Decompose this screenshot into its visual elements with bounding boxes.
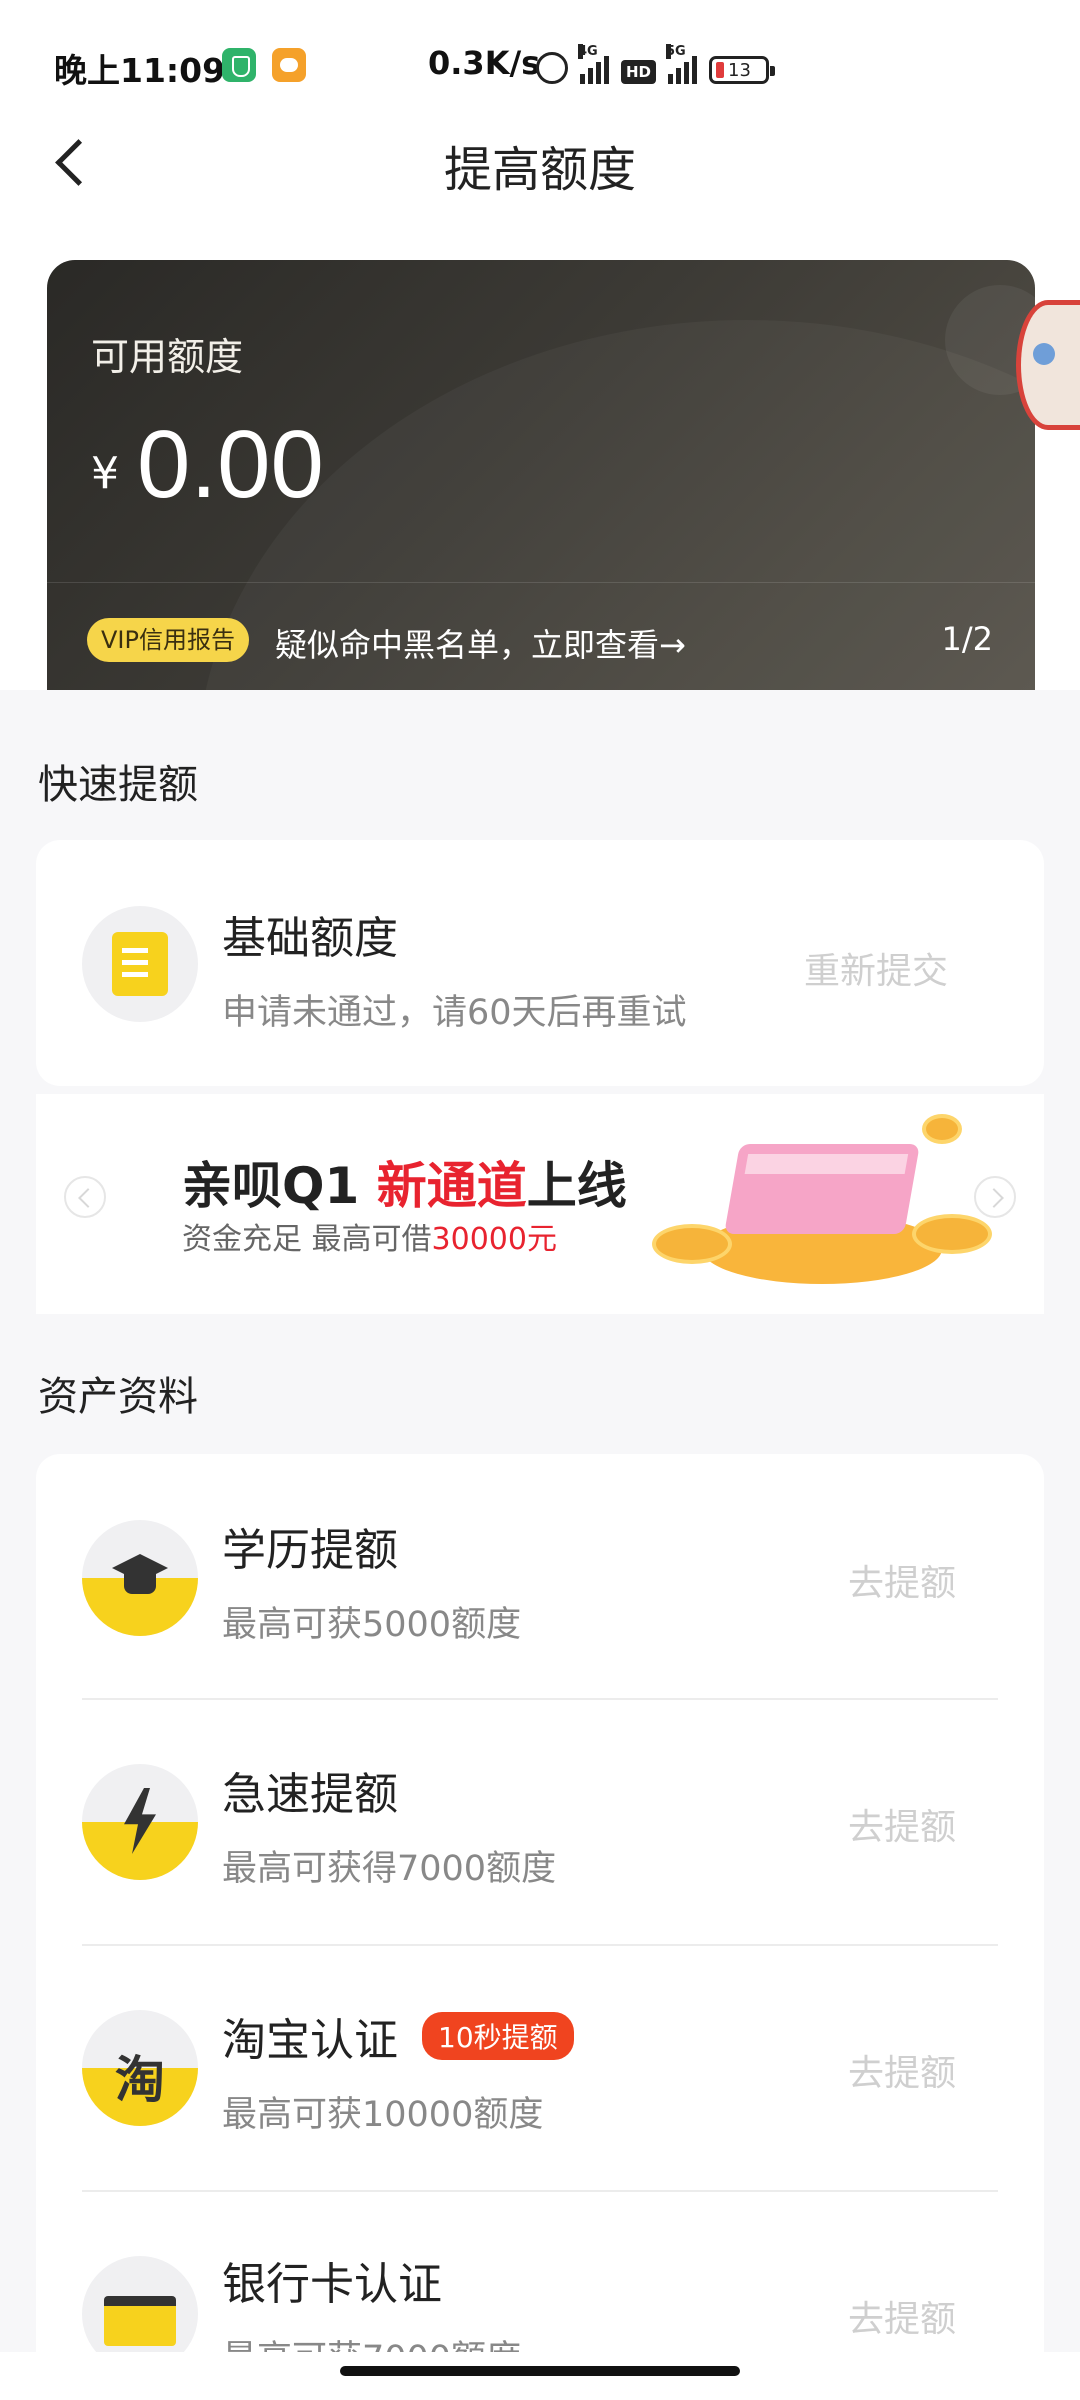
banner-sub-amount: 30000元 bbox=[431, 1222, 557, 1257]
nav-bar: 提高额度 bbox=[0, 110, 1080, 210]
mascot-float-icon[interactable] bbox=[1016, 300, 1080, 430]
alarm-icon bbox=[536, 52, 568, 84]
ten-second-badge: 10秒提额 bbox=[422, 2012, 574, 2060]
blacklist-notice-link[interactable]: 疑似命中黑名单，立即查看→ bbox=[275, 620, 686, 666]
basic-credit-row[interactable]: 基础额度 申请未通过，请60天后再重试 重新提交 bbox=[36, 840, 1044, 1086]
bank-card-title: 银行卡认证 bbox=[222, 2259, 442, 2310]
status-bar: 晚上11:09 0.3K/s 4G HD 5G 13 bbox=[0, 0, 1080, 120]
taobao-auth-subtitle: 最高可获10000额度 bbox=[222, 2095, 544, 2135]
battery-percent: 13 bbox=[728, 59, 751, 81]
banner-headline: 亲呗Q1 新通道上线 bbox=[182, 1146, 627, 1218]
education-raise-row[interactable]: 学历提额 最高可获5000额度 去提额 bbox=[36, 1454, 1044, 1700]
taobao-auth-button[interactable]: 去提额 bbox=[848, 2044, 956, 2096]
battery-level bbox=[716, 62, 725, 78]
assets-title: 资产资料 bbox=[38, 1374, 198, 1420]
basic-credit-title: 基础额度 bbox=[222, 913, 398, 964]
lightning-icon bbox=[82, 1764, 198, 1880]
promo-banner[interactable]: 亲呗Q1 新通道上线 资金充足 最高可借30000元 bbox=[36, 1094, 1044, 1314]
basic-credit-subtitle: 申请未通过，请60天后再重试 bbox=[222, 993, 687, 1033]
page: 晚上11:09 0.3K/s 4G HD 5G 13 提高额度 可用额度 ¥ 0… bbox=[0, 0, 1080, 2400]
express-raise-subtitle: 最高可获得7000额度 bbox=[222, 1849, 557, 1889]
signal-4g-icon: 4G bbox=[578, 44, 609, 84]
network-speed: 0.3K/s bbox=[428, 44, 541, 82]
currency-symbol: ¥ bbox=[91, 448, 119, 499]
page-title: 提高额度 bbox=[443, 142, 636, 198]
banner-subtitle: 资金充足 最高可借30000元 bbox=[182, 1214, 557, 1258]
banner-headline-highlight: 新通道 bbox=[376, 1157, 527, 1215]
express-raise-row[interactable]: 急速提额 最高可获得7000额度 去提额 bbox=[36, 1700, 1044, 1946]
signal-4g-label: 4G bbox=[578, 44, 598, 59]
available-credit-amount: 0.00 bbox=[137, 411, 324, 518]
card-divider bbox=[47, 582, 1035, 583]
express-raise-title: 急速提额 bbox=[222, 1769, 398, 1820]
bottom-fade bbox=[0, 2352, 1080, 2400]
taobao-auth-row[interactable]: 淘 淘宝认证 10秒提额 最高可获10000额度 去提额 bbox=[36, 1946, 1044, 2192]
taobao-icon: 淘 bbox=[82, 2010, 198, 2126]
banner-headline-prefix: 亲呗Q1 bbox=[182, 1157, 377, 1215]
taobao-icon-glyph: 淘 bbox=[115, 2051, 165, 2109]
vip-report-badge[interactable]: VIP信用报告 bbox=[87, 618, 249, 662]
cat-app-icon bbox=[272, 48, 306, 82]
banner-headline-suffix: 上线 bbox=[526, 1157, 627, 1215]
status-time: 晚上11:09 bbox=[54, 51, 226, 90]
status-icons: 4G HD 5G 13 bbox=[536, 44, 776, 84]
available-credit-label: 可用额度 bbox=[91, 335, 244, 379]
education-raise-button[interactable]: 去提额 bbox=[848, 1554, 956, 1606]
battery-icon: 13 bbox=[709, 56, 776, 84]
assets-panel: 学历提额 最高可获5000额度 去提额 急速提额 最高可获得7000额度 去提额… bbox=[36, 1454, 1044, 2394]
security-app-icon bbox=[222, 48, 256, 82]
banner-prev-icon[interactable] bbox=[64, 1176, 106, 1218]
money-illustration bbox=[652, 1114, 1012, 1314]
banner-sub-prefix: 资金充足 最高可借 bbox=[182, 1222, 432, 1257]
taobao-auth-title: 淘宝认证 bbox=[222, 2015, 398, 2066]
quick-raise-panel: 基础额度 申请未通过，请60天后再重试 重新提交 bbox=[36, 840, 1044, 1086]
bank-card-button[interactable]: 去提额 bbox=[848, 2290, 956, 2342]
quick-raise-title: 快速提额 bbox=[38, 762, 198, 808]
education-raise-title: 学历提额 bbox=[222, 1525, 398, 1576]
hd-icon: HD bbox=[621, 60, 657, 84]
resubmit-button[interactable]: 重新提交 bbox=[804, 942, 948, 994]
document-icon bbox=[82, 906, 198, 1022]
education-raise-subtitle: 最高可获5000额度 bbox=[222, 1605, 522, 1645]
signal-5g-icon: 5G bbox=[666, 44, 698, 84]
signal-5g-label: 5G bbox=[666, 44, 686, 59]
credit-limit-card: 可用额度 ¥ 0.00 VIP信用报告 疑似命中黑名单，立即查看→ 1/2 bbox=[47, 260, 1035, 690]
graduation-cap-icon bbox=[82, 1520, 198, 1636]
notice-pager: 1/2 bbox=[941, 620, 994, 658]
home-indicator[interactable] bbox=[340, 2366, 740, 2376]
express-raise-button[interactable]: 去提额 bbox=[848, 1798, 956, 1850]
banner-next-icon[interactable] bbox=[974, 1176, 1016, 1218]
